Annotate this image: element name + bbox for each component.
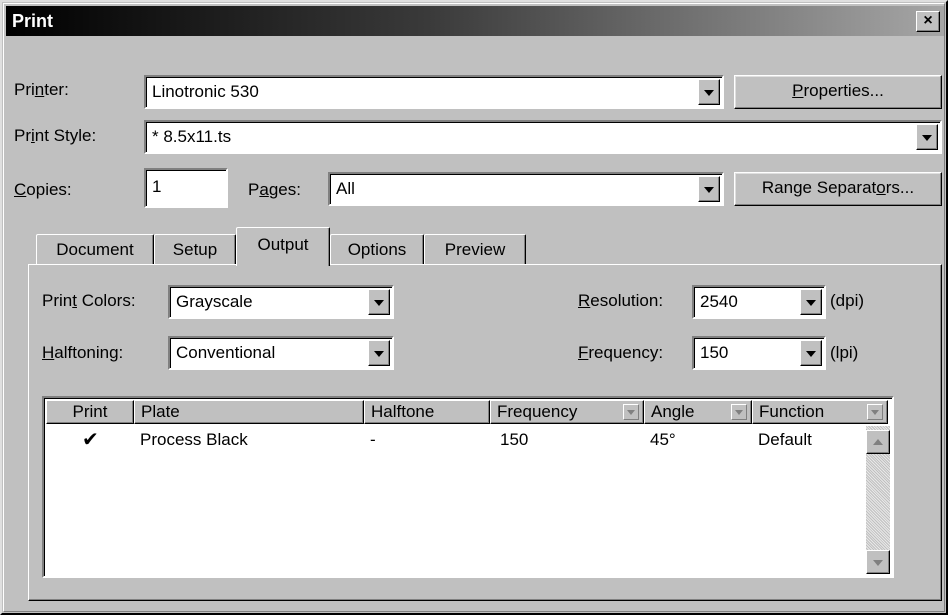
plates-table[interactable]: Print Plate Halftone Frequency Angle Fun… — [42, 396, 894, 578]
frequency-cell: 150 — [500, 430, 529, 449]
print-colors-select[interactable]: Grayscale — [168, 285, 394, 319]
print-style-value: * 8.5x11.ts — [152, 127, 232, 146]
tab-setup[interactable]: Setup — [154, 234, 236, 265]
print-style-label: Print Style: — [14, 126, 97, 145]
scroll-up-icon[interactable] — [866, 430, 890, 454]
printer-value: Linotronic 530 — [152, 82, 259, 101]
printer-select[interactable]: Linotronic 530 — [144, 75, 724, 109]
checkmark-icon[interactable]: ✔ — [82, 428, 99, 452]
tab-output[interactable]: Output — [236, 227, 330, 266]
resolution-select[interactable]: 2540 — [692, 285, 826, 319]
column-header-angle[interactable]: Angle — [644, 400, 752, 424]
resolution-value: 2540 — [700, 292, 738, 311]
copies-label: Copies: — [14, 180, 72, 199]
window-title: Print — [12, 11, 54, 31]
column-header-print[interactable]: Print — [46, 400, 134, 424]
resolution-unit: (dpi) — [830, 291, 865, 310]
column-header-function[interactable]: Function — [752, 400, 888, 424]
copies-input[interactable]: 1 — [144, 168, 228, 208]
print-colors-value: Grayscale — [176, 292, 253, 311]
frequency-value: 150 — [700, 343, 729, 362]
print-style-select[interactable]: * 8.5x11.ts — [144, 120, 942, 154]
frequency-select[interactable]: 150 — [692, 336, 826, 370]
function-column-dropdown-icon[interactable] — [867, 404, 883, 420]
angle-cell: 45° — [650, 430, 676, 449]
frequency-dropdown-arrow-icon[interactable] — [800, 340, 822, 366]
halftoning-value: Conventional — [176, 343, 276, 362]
pages-label: Pages: — [248, 180, 301, 199]
print-colors-dropdown-arrow-icon[interactable] — [368, 289, 390, 315]
resolution-label: Resolution: — [578, 291, 664, 310]
halftoning-label: Halftoning: — [42, 343, 124, 362]
print-colors-label: Print Colors: — [42, 291, 136, 310]
frequency-column-dropdown-icon[interactable] — [623, 404, 639, 420]
tab-document[interactable]: Document — [36, 234, 154, 265]
pages-value: All — [336, 179, 355, 198]
column-header-plate[interactable]: Plate — [134, 400, 364, 424]
scroll-down-icon[interactable] — [866, 550, 890, 574]
halftoning-select[interactable]: Conventional — [168, 336, 394, 370]
function-cell: Default — [758, 430, 812, 449]
printer-label: Printer: — [14, 80, 69, 99]
plates-scrollbar[interactable] — [866, 426, 890, 574]
frequency-label: Frequency: — [578, 343, 664, 362]
pages-select[interactable]: All — [328, 172, 724, 206]
tab-options[interactable]: Options — [330, 234, 424, 265]
range-separators-button[interactable]: Range Separators... — [734, 172, 942, 206]
column-header-halftone[interactable]: Halftone — [364, 400, 490, 424]
tab-preview[interactable]: Preview — [424, 234, 526, 265]
pages-dropdown-arrow-icon[interactable] — [698, 176, 720, 202]
resolution-dropdown-arrow-icon[interactable] — [800, 289, 822, 315]
close-icon[interactable]: × — [916, 11, 940, 32]
print-style-dropdown-arrow-icon[interactable] — [916, 124, 938, 150]
properties-button[interactable]: Properties... — [734, 75, 942, 109]
print-dialog: Print × Printer: Linotronic 530 Properti… — [0, 0, 948, 615]
halftone-cell: - — [370, 430, 376, 449]
title-bar[interactable]: Print × — [6, 6, 944, 36]
printer-dropdown-arrow-icon[interactable] — [698, 79, 720, 105]
angle-column-dropdown-icon[interactable] — [731, 404, 747, 420]
copies-value: 1 — [152, 177, 162, 196]
column-header-frequency[interactable]: Frequency — [490, 400, 644, 424]
halftoning-dropdown-arrow-icon[interactable] — [368, 340, 390, 366]
plate-cell: Process Black — [140, 430, 248, 449]
frequency-unit: (lpi) — [830, 343, 859, 362]
